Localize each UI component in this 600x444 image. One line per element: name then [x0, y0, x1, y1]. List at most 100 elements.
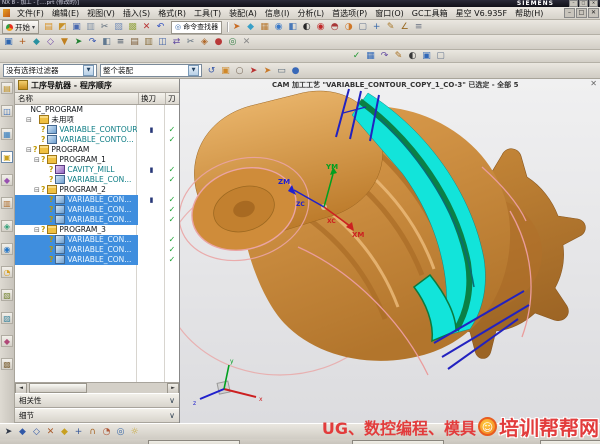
selection-filter-dropdown[interactable]: 没有选择过滤器 ▼: [3, 64, 97, 77]
tree-expander-icon[interactable]: ⊟: [26, 145, 33, 155]
select-arrow-icon[interactable]: ➤: [247, 65, 260, 77]
print-icon[interactable]: ▥: [84, 21, 97, 33]
scroll-left-icon[interactable]: ◄: [15, 383, 27, 394]
create-tool-icon[interactable]: +: [16, 36, 29, 48]
tree-row[interactable]: ⊟ ? PROGRAM ▮ ✓: [15, 145, 179, 155]
snap-endpoint-icon[interactable]: ◆: [16, 426, 29, 438]
scroll-right-icon[interactable]: ►: [167, 383, 179, 394]
enable-snap-icon[interactable]: ➤: [2, 426, 15, 438]
minimize-button[interactable]: –: [569, 0, 578, 7]
roles-icon[interactable]: ◆: [1, 335, 13, 347]
system-materials-icon[interactable]: ▩: [1, 358, 13, 370]
create-program-icon[interactable]: ▣: [2, 36, 15, 48]
operation-navigator-icon[interactable]: ▣: [1, 151, 13, 163]
tree-row[interactable]: ⊟ ? NC_PROGRAM ▮ ✓: [15, 105, 179, 115]
doc-minimize-button[interactable]: –: [564, 8, 575, 18]
tree-row[interactable]: ⊟ ? VARIABLE_CON... ▮ ✓: [15, 175, 179, 185]
transform-icon[interactable]: ◈: [198, 36, 211, 48]
tree-row[interactable]: ⊟ ? VARIABLE_CON... ▮ ✓: [15, 255, 179, 265]
curve-rule-icon[interactable]: ➤: [261, 65, 274, 77]
edit-operation-icon[interactable]: ✎: [392, 50, 405, 62]
restore-button[interactable]: □: [579, 0, 588, 7]
edit-display-icon[interactable]: ✎: [384, 21, 397, 33]
menu-item[interactable]: 插入(S): [119, 8, 154, 19]
list-ok-icon[interactable]: ▦: [364, 50, 377, 62]
deselect-icon[interactable]: ○: [233, 65, 246, 77]
point-constructor-icon[interactable]: ◆: [58, 426, 71, 438]
hyperlink-icon[interactable]: ◉: [272, 21, 285, 33]
doc-close-button[interactable]: ✕: [588, 8, 599, 18]
rotate-view-icon[interactable]: ◐: [300, 21, 313, 33]
undo-icon[interactable]: ↶: [154, 21, 167, 33]
menu-item[interactable]: 视图(V): [83, 8, 119, 19]
generate-ok-icon[interactable]: ✓: [350, 50, 363, 62]
assembly-navigator-icon[interactable]: ▤: [1, 82, 13, 94]
snap-intersection-icon[interactable]: ✕: [44, 426, 57, 438]
wheel-icon[interactable]: ◉: [314, 21, 327, 33]
tree-row[interactable]: ⊟ ? VARIABLE_CON... ▮ ✓: [15, 235, 179, 245]
menu-item[interactable]: 信息(I): [261, 8, 294, 19]
tree-row[interactable]: ⊟ ? PROGRAM_2 ▮ ✓: [15, 185, 179, 195]
synchronize-icon[interactable]: ⇄: [170, 36, 183, 48]
menu-item[interactable]: GC工具箱: [408, 8, 452, 19]
tree-row[interactable]: ⊟ ? 未用项 ▮ ✓: [15, 115, 179, 125]
graphics-viewport[interactable]: CAM 加工工艺 "VARIABLE_CONTOUR_COPY_1_CO-3" …: [180, 79, 600, 423]
tree-row[interactable]: ⊟ ? VARIABLE_CON... ▮ ✓: [15, 205, 179, 215]
cut-icon[interactable]: ✂: [98, 21, 111, 33]
3d-model-canvas[interactable]: YM ZM XM ZC XC x y z: [180, 79, 600, 422]
menu-item[interactable]: 装配(A): [225, 8, 261, 19]
part-navigator-icon[interactable]: ▦: [1, 128, 13, 140]
tree-row[interactable]: ⊟ ? CAVITY_MILL ▮ ✓: [15, 165, 179, 175]
tree-row[interactable]: ⊟ ? VARIABLE_CONTOUR ▮ ✓: [15, 125, 179, 135]
hd3d-tools-icon[interactable]: ◈: [1, 220, 13, 232]
menu-item[interactable]: 工具(T): [190, 8, 225, 19]
menu-item[interactable]: 编辑(E): [48, 8, 83, 19]
tree-expander-icon[interactable]: ⊟: [34, 155, 41, 165]
delete-icon[interactable]: ✕: [140, 21, 153, 33]
small-pane-icon[interactable]: ▢: [434, 50, 447, 62]
generate-toolpath-icon[interactable]: ➤: [72, 36, 85, 48]
tree-expander-icon[interactable]: ⊟: [26, 115, 33, 125]
menu-item[interactable]: 首选项(P): [328, 8, 371, 19]
close-button[interactable]: ✕: [589, 0, 598, 7]
touch-mode-icon[interactable]: ➤: [230, 21, 243, 33]
reuse-library-icon[interactable]: ▥: [1, 197, 13, 209]
create-operation-icon[interactable]: ▼: [58, 36, 71, 48]
tree-row[interactable]: ⊟ ? VARIABLE_CON... ▮ ✓: [15, 245, 179, 255]
column-path[interactable]: 刀: [166, 93, 179, 104]
display-icon[interactable]: ◐: [406, 50, 419, 62]
snap-arc-icon[interactable]: ∩: [86, 426, 99, 438]
manufacturing-wizards-icon[interactable]: ▨: [1, 312, 13, 324]
menu-item[interactable]: 帮助(H): [511, 8, 547, 19]
tree-expander-icon[interactable]: ⊟: [34, 185, 41, 195]
image-capture-icon[interactable]: ▦: [258, 21, 271, 33]
shaded-ball-icon[interactable]: ●: [289, 65, 302, 77]
collapsed-section-bar[interactable]: 细节 ∨: [15, 408, 179, 423]
toolpath-divide-icon[interactable]: ✂: [184, 36, 197, 48]
machining-wizard-icon[interactable]: ◆: [1, 174, 13, 186]
simulate-machine-icon[interactable]: ◫: [156, 36, 169, 48]
menu-item[interactable]: 分析(L): [293, 8, 328, 19]
start-button[interactable]: 开始 ▾: [2, 20, 39, 34]
save-icon[interactable]: ▣: [70, 21, 83, 33]
replay-toolpath-icon[interactable]: ↷: [86, 36, 99, 48]
feeds-speeds-icon[interactable]: ◎: [226, 36, 239, 48]
shaded-view-icon[interactable]: ◧: [286, 21, 299, 33]
new-file-icon[interactable]: ▤: [42, 21, 55, 33]
highlight-icon[interactable]: ▣: [219, 65, 232, 77]
layers-icon[interactable]: ≡: [412, 21, 425, 33]
minimized-window[interactable]: [148, 440, 240, 444]
list-toolpath-icon[interactable]: ≡: [114, 36, 127, 48]
shop-documentation-icon[interactable]: ▥: [142, 36, 155, 48]
verify-toolpath-icon[interactable]: ◧: [100, 36, 113, 48]
collapsed-section-bar[interactable]: 相关性 ∨: [15, 393, 179, 408]
menu-item[interactable]: 星空 V6.935F: [452, 8, 512, 19]
refresh-icon[interactable]: ↷: [378, 50, 391, 62]
striped-sphere-icon[interactable]: ◓: [328, 21, 341, 33]
object-icon[interactable]: ●: [212, 36, 225, 48]
refresh-view-icon[interactable]: ↺: [205, 65, 218, 77]
viewport-close-icon[interactable]: ✕: [590, 79, 597, 88]
cancel-icon[interactable]: ✕: [240, 36, 253, 48]
menu-item[interactable]: 文件(F): [13, 8, 48, 19]
rect-select-icon[interactable]: ▭: [275, 65, 288, 77]
